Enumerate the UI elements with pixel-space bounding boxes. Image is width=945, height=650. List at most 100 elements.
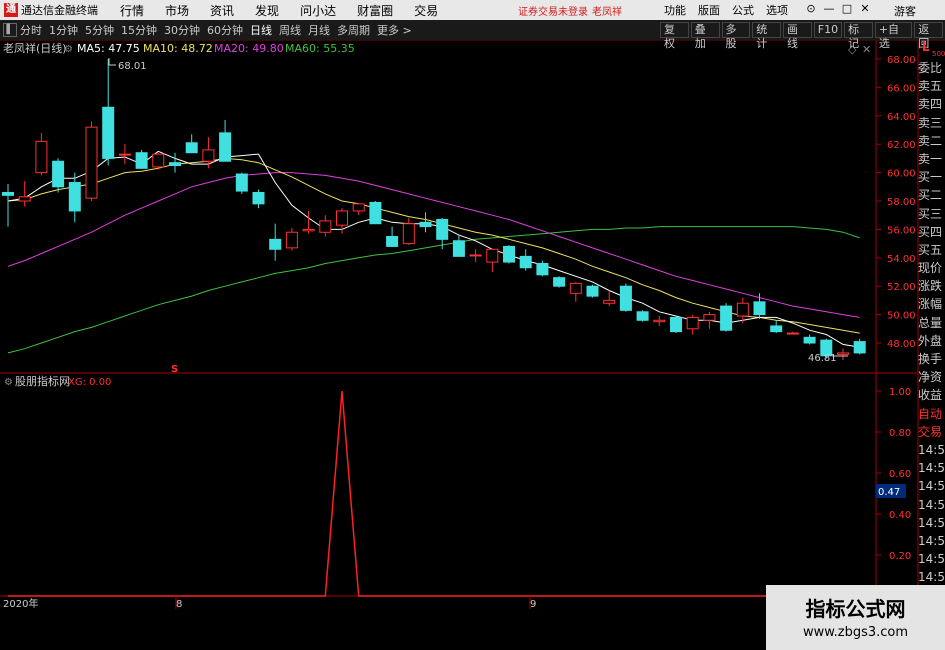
window-controls: ⊙ — □ ✕ [802,2,874,15]
price-tick-label: 50.00 [887,311,916,322]
sidebar-field-11: 现价 [918,261,943,276]
statistics-button[interactable]: 统计 [752,22,781,50]
sidebar-field-13: 涨幅 [918,297,943,312]
candle-up [603,299,616,304]
candle-down [135,152,148,169]
candle-up [703,314,716,321]
diamond-icon[interactable]: ◇ [848,43,857,56]
menu-trade[interactable]: 交易 [414,2,438,19]
menu-markets[interactable]: 市场 [165,2,189,19]
period-30min[interactable]: 30分钟 [164,22,200,38]
candle-down [619,285,632,311]
menu-options[interactable]: 选项 [766,2,788,18]
add-watchlist-button[interactable]: +自选 [874,22,913,50]
menu-ask[interactable]: 问小达 [300,2,336,19]
sidebar-field-25: 14:56 [918,515,945,530]
candle-down [419,221,432,228]
sidebar-field-23: 14:56 [918,479,945,494]
candle-down [452,240,465,257]
period-weekly[interactable]: 周线 [279,22,301,38]
maximize-icon[interactable]: □ [838,2,856,15]
period-15min[interactable]: 15分钟 [121,22,157,38]
ma60-legend: MA60: 55.35 [285,42,355,55]
restore-rights-button[interactable]: 复权 [660,22,689,50]
sidebar-field-17: 净资 [918,370,943,385]
candle-up [786,332,799,335]
indicator-name: 股朋指标网 [15,374,70,388]
sidebar-field-26: 14:56 [918,533,945,548]
period-more[interactable]: 更多 > [377,22,412,38]
close-panel-icon[interactable]: ✕ [862,43,871,56]
multi-stock-button[interactable]: 多股 [721,22,751,50]
close-icon[interactable]: ✕ [856,2,874,15]
sidebar-toggle-icon[interactable]: ▌ [3,23,17,37]
candle-up [18,196,31,202]
xg-signal-line [8,390,860,597]
period-multi[interactable]: 多周期 [337,22,370,38]
x-label-year: 2020年 [3,597,38,609]
target-icon[interactable]: ⊙ [802,2,820,15]
indicator-value-label: XG: 0.00 [68,377,111,388]
candle-down [169,162,181,167]
price-tick-label: 52.00 [887,282,916,293]
sidebar-field-7: 买二 [918,188,943,203]
sidebar-field-6: 买一 [918,170,943,185]
f10-button[interactable]: F10 [813,22,843,38]
price-tick-label: 54.00 [887,254,916,265]
price-tick-label: 48.00 [887,339,916,350]
draw-line-button[interactable]: 画线 [783,22,812,50]
back-button[interactable]: 返回 [914,22,944,50]
level-badge[interactable]: L [922,40,930,54]
mark-button[interactable]: 标记 [844,22,873,50]
ma5-legend: MA5: 47.75 [77,42,140,55]
candle-down [252,191,265,205]
candle-up [686,316,699,330]
period-60min[interactable]: 60分钟 [207,22,243,38]
menu-news[interactable]: 资讯 [210,2,234,19]
candle-up [352,203,365,212]
x-label-aug: 8 [176,599,182,609]
guest-user[interactable]: 游客 [894,3,916,19]
kline-chart[interactable]: 68.00 66.00 64.00 62.00 60.00 58.00 56.00 54.00… [0,41,945,610]
candle-up [302,228,315,232]
indicator-tick-label: 0.40 [889,510,911,521]
overlay-button[interactable]: 叠加 [690,22,720,50]
menu-market[interactable]: 行情 [120,2,144,19]
menu-right: 功能 版面 公式 选项 [664,2,800,18]
sidebar-field-14: 总量 [918,315,943,330]
candle-down [720,305,733,331]
minimize-icon[interactable]: — [820,2,838,15]
period-monthly[interactable]: 月线 [308,22,330,38]
candle-up [486,248,499,263]
sidebar-field-8: 买三 [918,206,943,221]
indicator-tick-label: 0.60 [889,469,911,480]
menu-wealth[interactable]: 财富圈 [357,2,393,19]
menu-function[interactable]: 功能 [664,2,686,18]
period-timeshare[interactable]: 分时 [20,22,42,38]
indicator-settings-icon[interactable]: ⚙ [4,377,13,388]
candle-up [118,153,131,156]
period-1min[interactable]: 1分钟 [49,22,78,38]
candle-down [803,336,816,344]
sidebar-field-0: 委比 [918,61,943,75]
menu-bar: 通 通达信金融终端 行情 市场 资讯 发现 问小达 财富圈 交易 证券交易未登录… [0,0,945,20]
price-tick-label: 66.00 [887,83,916,94]
period-daily[interactable]: 日线 [250,22,272,38]
menu-discover[interactable]: 发现 [255,2,279,19]
candle-up [736,302,749,317]
candle-up [569,282,582,294]
sidebar-field-18: 收益 [918,388,943,403]
candle-up [336,210,348,226]
candle-up [402,223,415,245]
settings-icon[interactable]: ⚙ [64,44,73,55]
candle-down [2,191,14,196]
sidebar-field-21: 14:56 [918,442,945,457]
login-status[interactable]: 证券交易未登录 [518,3,588,18]
period-5min[interactable]: 5分钟 [85,22,114,38]
price-tick-label: 68.00 [887,55,916,66]
menu-layout[interactable]: 版面 [698,2,720,18]
menu-formula[interactable]: 公式 [732,2,754,18]
quote-sidebar: L 500 委比 卖五 卖四 卖三 卖二 卖一 买一 买二 买三 买四 买五 现价 涨跌 涨幅 总量 外盘 换手… [918,40,945,605]
candle-down [853,341,866,354]
indicator-tick-label: 1.00 [889,387,911,398]
